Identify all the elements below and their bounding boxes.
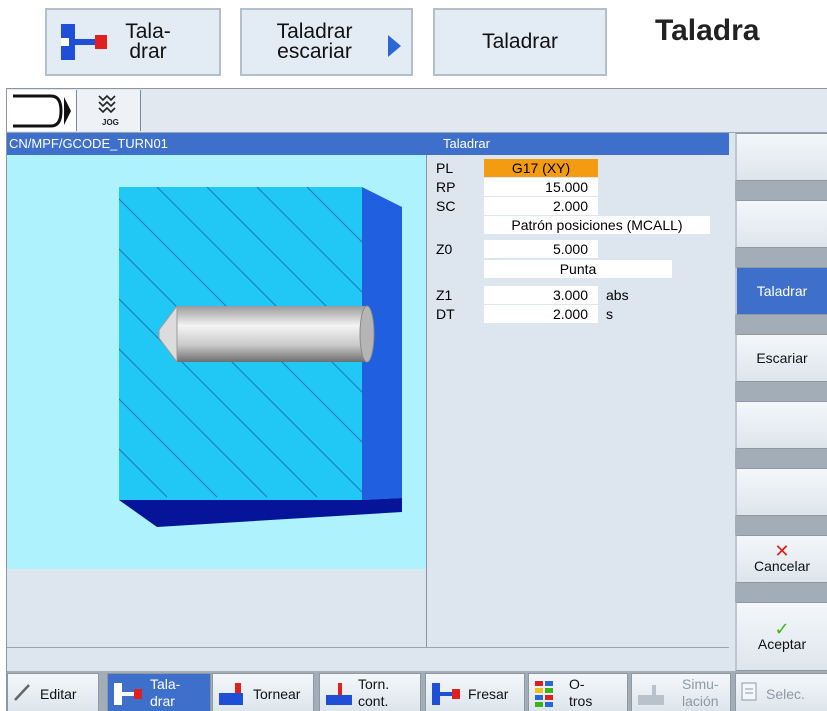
param-row-rp: RP 15.000 bbox=[428, 178, 729, 196]
param-row-sc: SC 2.000 bbox=[428, 197, 729, 215]
milling-icon bbox=[432, 683, 460, 705]
param-row-dt: DT 2.000 s bbox=[428, 305, 729, 323]
page-heading: Taladra bbox=[655, 14, 760, 47]
cancel-label: Cancelar bbox=[753, 558, 811, 574]
drill-icon bbox=[61, 24, 107, 60]
breadcrumb-item2-line2: escariar bbox=[277, 40, 352, 63]
breadcrumb-drill[interactable]: Taladrar bbox=[433, 8, 607, 76]
pencil-icon bbox=[14, 684, 30, 701]
softkey-ream[interactable]: Escariar bbox=[735, 334, 827, 382]
jog-label: JOG bbox=[102, 118, 119, 127]
param-row-pl: PL G17 (XY) bbox=[428, 159, 729, 177]
turn-button[interactable]: Tornear bbox=[212, 673, 314, 711]
position-pattern-select[interactable]: Patrón posiciones (MCALL) bbox=[484, 216, 710, 234]
softkey-5[interactable] bbox=[735, 401, 827, 449]
drill-tab-line2: drar bbox=[150, 693, 175, 709]
others-line2: tros bbox=[569, 693, 593, 709]
param-row-z0: Z0 5.000 bbox=[428, 240, 729, 258]
simulation-button[interactable]: Simu- lación bbox=[631, 673, 731, 711]
select-label: Selec. bbox=[766, 686, 805, 702]
edit-label: Editar bbox=[40, 686, 77, 702]
drill-icon bbox=[114, 683, 142, 705]
param-label: Z0 bbox=[436, 241, 453, 257]
breadcrumb-item1-line2: drar bbox=[129, 40, 167, 63]
drill-tab-line1: Tala- bbox=[150, 676, 181, 692]
breadcrumb-item3-label: Taladrar bbox=[482, 30, 558, 53]
check-icon: ✓ bbox=[774, 618, 790, 639]
others-button[interactable]: O- tros bbox=[528, 673, 628, 711]
contour-turn-line2: cont. bbox=[358, 693, 389, 709]
plane-select-field[interactable]: G17 (XY) bbox=[484, 159, 598, 177]
softkey-2[interactable] bbox=[735, 200, 827, 248]
param-label: PL bbox=[436, 160, 454, 176]
z1-field[interactable]: 3.000 bbox=[484, 286, 598, 304]
param-row-depth-ref: Punta bbox=[428, 260, 729, 278]
softkey-drill-label: Taladrar bbox=[756, 283, 808, 299]
turning-icon bbox=[219, 683, 243, 705]
toolbar-empty bbox=[141, 90, 827, 131]
param-label: SC bbox=[436, 198, 456, 214]
jog-mode-indicator[interactable]: JOG bbox=[77, 90, 141, 131]
top-toolbar: JOG bbox=[7, 89, 827, 133]
close-icon: ✕ bbox=[774, 541, 790, 561]
param-label: RP bbox=[436, 179, 456, 195]
softkey-6[interactable] bbox=[735, 468, 827, 516]
drilling-help-graphic bbox=[7, 155, 427, 569]
softkey-ream-label: Escariar bbox=[756, 350, 808, 366]
param-row-z1: Z1 3.000 abs bbox=[428, 286, 729, 304]
form-title: Taladrar bbox=[443, 136, 490, 151]
param-label: DT bbox=[436, 306, 455, 322]
safety-clearance-field[interactable]: 2.000 bbox=[484, 197, 598, 215]
drill-tab-button[interactable]: Tala- drar bbox=[107, 673, 211, 711]
graphic-footer bbox=[7, 569, 427, 647]
status-line bbox=[7, 647, 729, 671]
param-label: Z1 bbox=[436, 287, 453, 303]
others-grid-icon bbox=[535, 681, 553, 707]
softkey-1[interactable] bbox=[735, 133, 827, 181]
others-line1: O- bbox=[569, 676, 585, 692]
horizontal-softkey-bar: Editar Tala- drar Tornear Torn. cont. Fr… bbox=[7, 671, 827, 711]
channel-icon bbox=[13, 94, 71, 128]
workpiece-bottom-face bbox=[119, 498, 402, 527]
dwell-time-field[interactable]: 2.000 bbox=[484, 305, 598, 323]
hmi-screen: JOG CN/MPF/GCODE_TURN01 Taladrar PL G17 … bbox=[6, 88, 827, 711]
edit-button[interactable]: Editar bbox=[7, 673, 99, 711]
softkey-drill[interactable]: Taladrar bbox=[735, 267, 827, 315]
cancel-button[interactable]: ✕ Cancelar bbox=[735, 535, 827, 583]
contour-turn-button[interactable]: Torn. cont. bbox=[319, 673, 421, 711]
breadcrumb-drilling[interactable]: Tala- drar bbox=[45, 8, 221, 76]
retract-plane-field[interactable]: 15.000 bbox=[484, 178, 598, 196]
chevron-right-icon bbox=[388, 35, 401, 57]
drill-tab-label: Tala- drar bbox=[150, 676, 180, 710]
channel-mode-button[interactable] bbox=[7, 90, 77, 131]
accept-label: Aceptar bbox=[757, 635, 807, 652]
dt-unit[interactable]: s bbox=[606, 305, 613, 323]
header-bar: CN/MPF/GCODE_TURN01 Taladrar bbox=[7, 133, 729, 155]
mill-label: Fresar bbox=[468, 686, 509, 702]
simulation-icon bbox=[638, 685, 664, 705]
contour-turning-icon bbox=[326, 683, 352, 705]
z1-unit[interactable]: abs bbox=[606, 286, 629, 304]
program-path: CN/MPF/GCODE_TURN01 bbox=[9, 136, 168, 151]
parameter-list: PL G17 (XY) RP 15.000 SC 2.000 Patrón po… bbox=[428, 155, 729, 647]
select-button[interactable]: Selec. bbox=[735, 673, 827, 711]
param-row-pattern: Patrón posiciones (MCALL) bbox=[428, 216, 729, 234]
breadcrumb-item1-line1: Tala- bbox=[125, 20, 171, 43]
turn-label: Tornear bbox=[253, 686, 301, 702]
accept-button[interactable]: ✓ Aceptar bbox=[735, 602, 827, 671]
simulation-line1: Simu- bbox=[682, 676, 719, 692]
drill-tool bbox=[158, 304, 375, 364]
mill-button[interactable]: Fresar bbox=[425, 673, 525, 711]
contour-turn-line1: Torn. bbox=[358, 676, 390, 692]
nc-file-icon bbox=[741, 682, 757, 701]
simulation-line2: lación bbox=[682, 693, 719, 709]
breadcrumb-item2-line1: Taladrar bbox=[276, 20, 353, 43]
z0-field[interactable]: 5.000 bbox=[484, 240, 598, 258]
breadcrumb-drill-ream[interactable]: Taladrar escariar bbox=[240, 8, 413, 76]
vertical-softkey-bar: Taladrar Escariar ✕ Cancelar ✓ Aceptar bbox=[735, 133, 827, 671]
workpiece-drill-illustration bbox=[119, 187, 402, 527]
depth-reference-select[interactable]: Punta bbox=[484, 260, 672, 278]
